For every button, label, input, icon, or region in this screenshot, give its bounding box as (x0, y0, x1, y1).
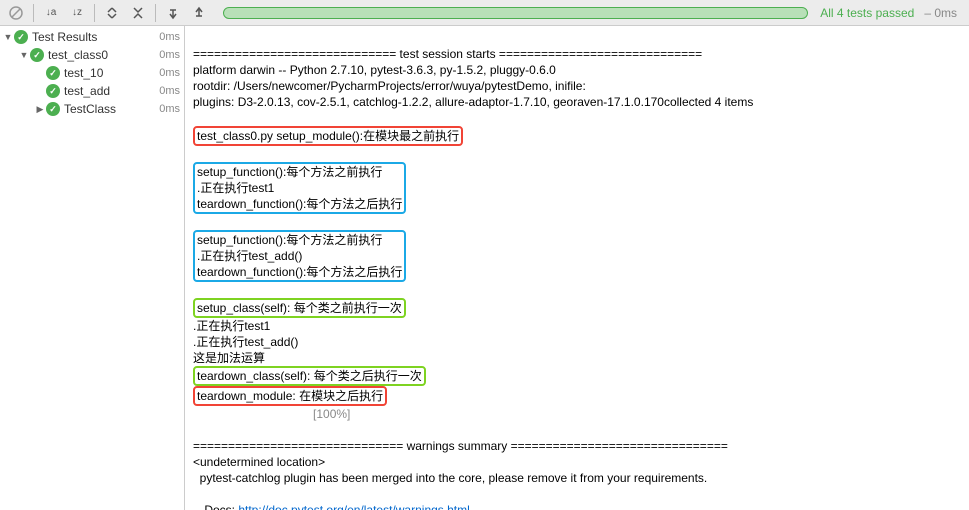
highlight-blue: setup_function():每个方法之前执行 .正在执行test1 tea… (193, 162, 406, 214)
output-line: -- Docs: http://doc.pytest.org/en/latest… (193, 503, 470, 510)
tree-label: test_10 (64, 66, 159, 80)
docs-link[interactable]: http://doc.pytest.org/en/latest/warnings… (238, 503, 469, 510)
tree-time: 0ms (159, 49, 180, 61)
tree-time: 0ms (159, 31, 180, 43)
sort-alpha-icon[interactable]: ↓a (39, 2, 63, 24)
pass-icon (30, 48, 44, 62)
content-area: ▼ Test Results 0ms ▼test_class00mstest_1… (0, 26, 969, 510)
tree-row[interactable]: test_100ms (0, 64, 184, 82)
output-line: rootdir: /Users/newcomer/PycharmProjects… (193, 79, 586, 93)
hide-passed-icon[interactable] (4, 2, 28, 24)
toolbar: ↓a ↓z All 4 tests passed – 0ms (0, 0, 969, 26)
tree-label: test_add (64, 84, 159, 98)
pass-icon (46, 84, 60, 98)
chevron-right-icon[interactable]: ▶ (34, 104, 46, 115)
tree-time: 0ms (159, 103, 180, 115)
chevron-down-icon[interactable]: ▼ (2, 32, 14, 42)
output-line: pytest-catchlog plugin has been merged i… (193, 471, 707, 485)
highlight-green: setup_class(self): 每个类之前执行一次 (193, 298, 406, 318)
tree-time: 0ms (159, 85, 180, 97)
docs-prefix: -- Docs: (193, 503, 238, 510)
output-line: platform darwin -- Python 2.7.10, pytest… (193, 63, 556, 77)
highlight-green: teardown_class(self): 每个类之后执行一次 (193, 366, 426, 386)
status-pass-label: All 4 tests passed (820, 6, 914, 20)
output-line: setup_function():每个方法之前执行 (197, 233, 382, 247)
pass-icon (46, 102, 60, 116)
separator (33, 4, 34, 22)
sort-alpha-rev-icon[interactable]: ↓z (65, 2, 89, 24)
output-line: teardown_function():每个方法之后执行 (197, 265, 402, 279)
tree-row[interactable]: ▼ test_class00ms (0, 46, 184, 64)
output-line: ============================= test sessi… (193, 47, 702, 61)
separator (155, 4, 156, 22)
collapse-all-icon[interactable] (126, 2, 150, 24)
status-time-label: – 0ms (924, 6, 957, 20)
output-line: .正在执行test_add() (193, 335, 298, 349)
output-line: <undetermined location> (193, 455, 325, 469)
pass-icon (46, 66, 60, 80)
test-tree[interactable]: ▼ Test Results 0ms ▼test_class00mstest_1… (0, 26, 185, 510)
output-line: .正在执行test1 (197, 181, 274, 195)
tree-root[interactable]: ▼ Test Results 0ms (0, 28, 184, 46)
output-line: teardown_function():每个方法之后执行 (197, 197, 402, 211)
tree-label: TestClass (64, 102, 159, 116)
expand-all-icon[interactable] (100, 2, 124, 24)
tree-row[interactable]: test_add0ms (0, 82, 184, 100)
tree-label: test_class0 (48, 48, 159, 62)
separator (94, 4, 95, 22)
output-line: .正在执行test1 (193, 319, 270, 333)
output-line: 这是加法运算 (193, 351, 265, 365)
console-output[interactable]: ============================= test sessi… (185, 26, 969, 510)
output-progress: [100%] (193, 407, 350, 421)
highlight-blue: setup_function():每个方法之前执行 .正在执行test_add(… (193, 230, 406, 282)
chevron-down-icon[interactable]: ▼ (18, 50, 30, 60)
output-line: .正在执行test_add() (197, 249, 302, 263)
output-line: plugins: D3-2.0.13, cov-2.5.1, catchlog-… (193, 95, 753, 109)
output-line: setup_function():每个方法之前执行 (197, 165, 382, 179)
tree-time: 0ms (159, 67, 180, 79)
highlight-red: teardown_module: 在模块之后执行 (193, 386, 387, 406)
test-progress-bar (223, 7, 808, 19)
next-failed-icon[interactable] (187, 2, 211, 24)
tree-label: Test Results (32, 30, 159, 44)
pass-icon (14, 30, 28, 44)
prev-failed-icon[interactable] (161, 2, 185, 24)
tree-row[interactable]: ▶ TestClass0ms (0, 100, 184, 118)
highlight-red: test_class0.py setup_module():在模块最之前执行 (193, 126, 463, 146)
output-line: ============================== warnings … (193, 439, 728, 453)
